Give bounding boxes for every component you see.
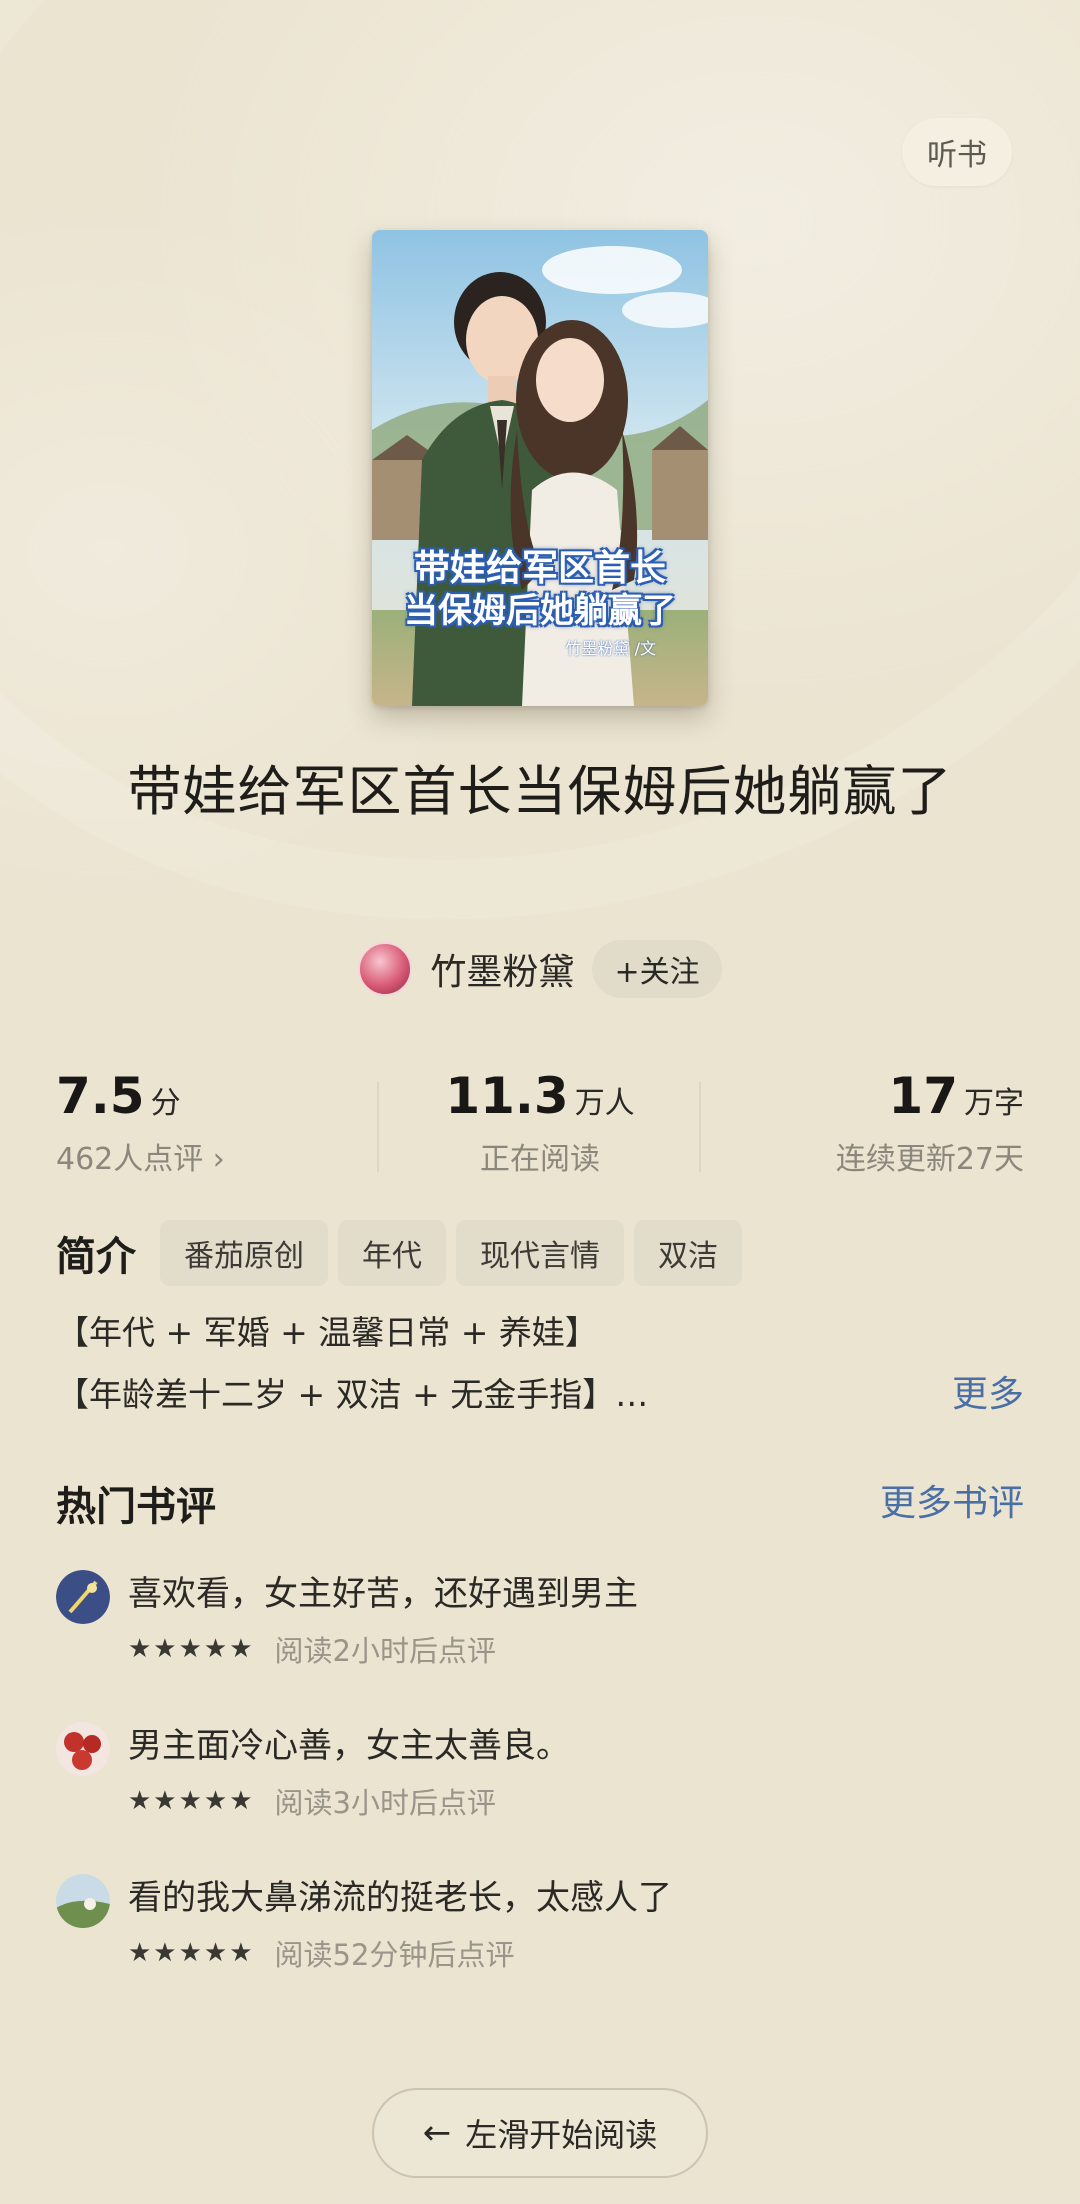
stat-rating[interactable]: 7.5 分 462人点评 ›: [56, 1067, 379, 1177]
review-time: 阅读52分钟后点评: [274, 1938, 515, 1972]
start-reading-button[interactable]: ← 左滑开始阅读: [372, 2088, 708, 2178]
review-text: 男主面冷心善，女主太善良。: [128, 1726, 570, 1766]
stats-row: 7.5 分 462人点评 › 11.3 万人 正在阅读 17 万字 连续更新27…: [56, 1067, 1025, 1177]
hot-reviews-heading: 热门书评: [56, 1484, 216, 1530]
intro-heading: 简介: [56, 1234, 136, 1280]
book-cover[interactable]: 带娃给军区首长 当保姆后她躺赢了 竹墨粉黛 /文: [372, 230, 708, 706]
arrow-left-icon: ←: [422, 2113, 452, 2153]
more-reviews-link[interactable]: 更多书评: [880, 1474, 1024, 1526]
cover-title-art: 带娃给军区首长 当保姆后她躺赢了: [372, 548, 708, 632]
tag-chip[interactable]: 番茄原创: [160, 1220, 328, 1286]
readers-label: 正在阅读: [480, 1142, 600, 1177]
author-row: 竹墨粉黛 +关注: [0, 940, 1080, 998]
stat-readers: 11.3 万人 正在阅读: [379, 1067, 702, 1177]
cover-title-line2: 当保姆后她躺赢了: [404, 591, 676, 631]
start-reading-label: 左滑开始阅读: [465, 2116, 658, 2154]
reviewer-avatar: [56, 1570, 110, 1624]
review-time: 阅读3小时后点评: [274, 1786, 496, 1820]
cover-title-line1: 带娃给军区首长: [413, 548, 666, 589]
readers-unit: 万人: [574, 1086, 635, 1121]
follow-button[interactable]: +关注: [592, 940, 722, 998]
review-item[interactable]: 看的我大鼻涕流的挺老长，太感人了 ★★★★★ 阅读52分钟后点评: [56, 1870, 1024, 1990]
word-count-value: 17: [888, 1067, 959, 1125]
tag-chip[interactable]: 现代言情: [456, 1220, 624, 1286]
cover-illustration: [372, 230, 708, 706]
book-title: 带娃给军区首长当保姆后她躺赢了: [127, 760, 953, 823]
review-item[interactable]: 男主面冷心善，女主太善良。 ★★★★★ 阅读3小时后点评: [56, 1718, 1024, 1838]
intro-header: 简介 番茄原创 年代 现代言情 双洁: [56, 1220, 742, 1286]
review-item[interactable]: 喜欢看，女主好苦，还好遇到男主 ★★★★★ 阅读2小时后点评: [56, 1566, 1024, 1686]
rating-unit: 分: [150, 1086, 181, 1121]
review-text: 喜欢看，女主好苦，还好遇到男主: [128, 1574, 638, 1614]
review-text: 看的我大鼻涕流的挺老长，太感人了: [128, 1878, 672, 1918]
tag-chip[interactable]: 双洁: [634, 1220, 742, 1286]
author-name[interactable]: 竹墨粉黛: [430, 943, 574, 995]
rating-count-link[interactable]: 462人点评 ›: [56, 1134, 225, 1178]
listen-button[interactable]: 听书: [902, 118, 1012, 186]
intro-more-link[interactable]: 更多: [952, 1364, 1024, 1426]
rating-value: 7.5: [56, 1067, 145, 1125]
star-rating: ★★★★★: [128, 1634, 255, 1664]
reviewer-avatar: [56, 1722, 110, 1776]
intro-line-1: 【年代 + 军婚 + 温馨日常 + 养娃】: [56, 1313, 598, 1352]
intro-text[interactable]: 【年代 + 军婚 + 温馨日常 + 养娃】 【年龄差十二岁 + 双洁 + 无金手…: [56, 1302, 648, 1426]
review-time: 阅读2小时后点评: [274, 1634, 496, 1668]
tag-chip[interactable]: 年代: [338, 1220, 446, 1286]
author-avatar[interactable]: [358, 942, 413, 996]
reviewer-avatar: [56, 1874, 110, 1928]
word-count-unit: 万字: [964, 1086, 1025, 1121]
star-rating: ★★★★★: [128, 1786, 255, 1816]
cover-author-tag: 竹墨粉黛 /文: [565, 639, 656, 658]
stat-word-count: 17 万字 连续更新27天: [701, 1067, 1025, 1177]
update-streak-label: 连续更新27天: [835, 1142, 1025, 1177]
star-rating: ★★★★★: [128, 1938, 255, 1968]
intro-line-2: 【年龄差十二岁 + 双洁 + 无金手指】…: [56, 1375, 649, 1414]
readers-value: 11.3: [445, 1067, 569, 1125]
